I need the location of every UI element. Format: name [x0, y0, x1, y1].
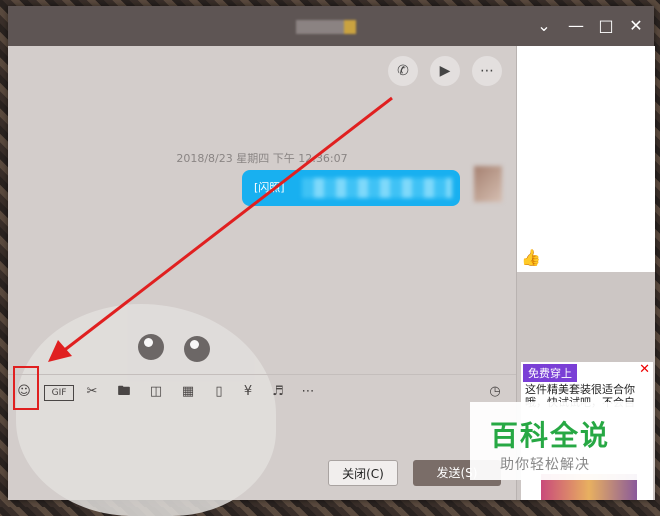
thumbs-up-icon: 👍 — [521, 248, 541, 267]
ad-text-line: 这件精美套装很适合你 — [525, 383, 635, 396]
side-panel-blank: 👍 — [517, 46, 655, 272]
mascot-eye — [184, 336, 210, 362]
message-bubble[interactable]: [闪照] — [242, 170, 460, 206]
message-blurred-content — [302, 178, 452, 198]
minimize-icon[interactable]: — — [566, 16, 586, 36]
watermark-subtitle: 助你轻松解决 — [500, 457, 590, 473]
image-gallery-icon[interactable]: ◫ — [145, 381, 167, 403]
chevron-down-icon[interactable]: ⌄ — [534, 16, 554, 36]
message-timestamp: 2018/8/23 星期四 下午 12:36:07 — [176, 152, 348, 165]
watermark-title: 百科全说 — [490, 419, 611, 452]
red-packet-icon[interactable]: ¥ — [237, 381, 259, 403]
contact-name-blurred — [296, 20, 356, 34]
clock-icon[interactable]: ◷ — [484, 381, 506, 403]
scissors-icon[interactable]: ✂ — [81, 381, 103, 403]
ad-badge: 免费穿上 — [523, 364, 577, 382]
maximize-icon[interactable]: □ — [596, 16, 616, 36]
watermark: 百科全说 助你轻松解决 — [470, 402, 644, 480]
close-button[interactable]: 关闭(C) — [328, 460, 398, 486]
picture-icon[interactable]: ▦ — [177, 381, 199, 403]
message-text: [闪照] — [254, 181, 285, 194]
gif-icon[interactable]: GIF — [44, 385, 74, 401]
shake-icon[interactable]: ▯ — [208, 381, 230, 403]
title-bar: ⌄ — □ ✕ — [8, 6, 654, 46]
emoji-highlight-box — [13, 366, 39, 410]
sticker-mascot — [16, 304, 276, 516]
input-toolbar: ☺ GIF ✂ 🖿 ◫ ▦ ▯ ¥ ♬ ⋯ ◷ — [8, 374, 516, 409]
mascot-eye — [138, 334, 164, 360]
music-icon[interactable]: ♬ — [267, 381, 289, 403]
ad-close-icon[interactable]: ✕ — [639, 362, 650, 377]
chat-area: ✆ ▶ ⋯ 2018/8/23 星期四 下午 12:36:07 [闪照] ☺ G… — [8, 46, 516, 516]
phone-icon[interactable]: ✆ — [388, 56, 418, 86]
video-camera-icon[interactable]: ▶ — [430, 56, 460, 86]
close-icon[interactable]: ✕ — [626, 16, 646, 36]
avatar[interactable] — [474, 166, 502, 202]
folder-icon[interactable]: 🖿 — [113, 381, 135, 403]
more-icon[interactable]: ⋯ — [472, 56, 502, 86]
more-icon[interactable]: ⋯ — [297, 381, 319, 403]
